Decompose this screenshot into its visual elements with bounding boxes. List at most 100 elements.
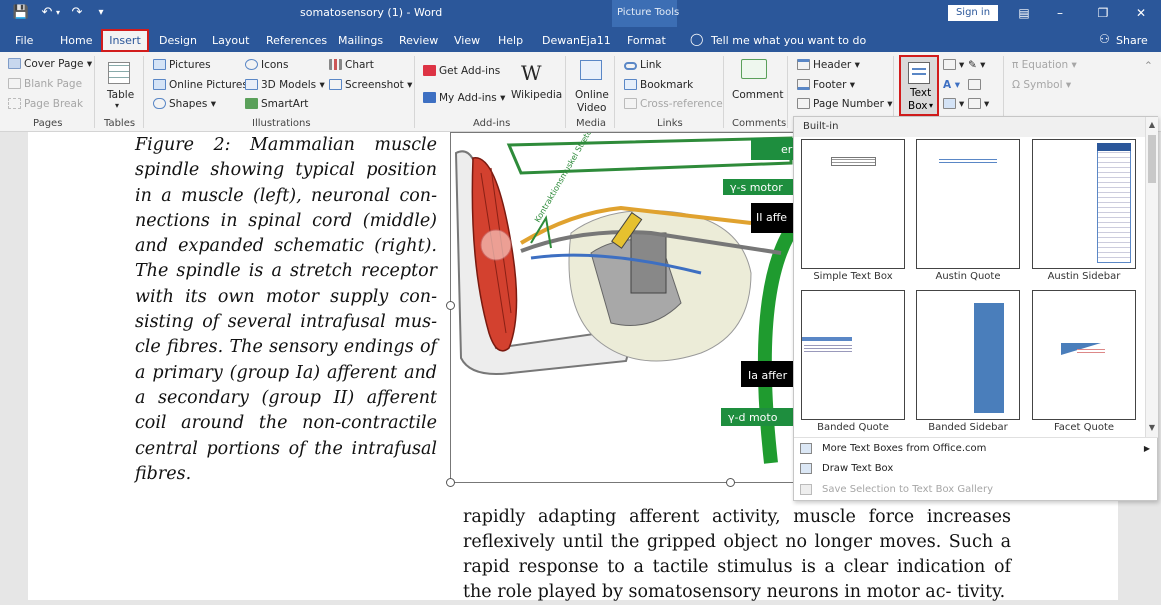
tab-review[interactable]: Review (399, 34, 438, 47)
drop-cap-icon[interactable]: ▾ (943, 98, 964, 110)
simple-text-box-label[interactable]: Simple Text Box (794, 271, 912, 282)
header-icon (797, 59, 810, 70)
resize-handle-bottom-left[interactable] (446, 478, 455, 487)
screenshot-button[interactable]: Screenshot ▾ (329, 79, 412, 91)
object-icon[interactable]: ▾ (968, 98, 989, 110)
tab-help[interactable]: Help (498, 34, 523, 47)
tab-mailings[interactable]: Mailings (338, 34, 383, 47)
tab-view[interactable]: View (454, 34, 480, 47)
muscle-spindle-figure[interactable]: er Kontraktionsmuskel Stretchreflex γ-s … (450, 132, 795, 483)
online-video-icon[interactable] (580, 60, 602, 80)
table-button[interactable]: Table (107, 89, 134, 101)
bookmark-label: Bookmark (640, 79, 694, 91)
undo-dropdown-icon[interactable]: ▾ (53, 4, 63, 22)
online-video-label-2[interactable]: Video (577, 102, 606, 114)
quick-parts-icon[interactable]: ▾ (943, 59, 964, 71)
wordart-icon[interactable]: A ▾ (943, 79, 960, 91)
tab-file[interactable]: File (15, 34, 33, 47)
ribbon-separator (614, 56, 615, 128)
banded-sidebar-label[interactable]: Banded Sidebar (909, 422, 1027, 433)
draw-text-box-item[interactable]: Draw Text Box (794, 459, 1158, 479)
comment-icon[interactable] (741, 59, 767, 79)
cover-page-button[interactable]: Cover Page ▾ (8, 58, 92, 70)
scroll-up-icon[interactable]: ▲ (1147, 120, 1157, 129)
online-video-label-1[interactable]: Online (575, 89, 609, 101)
austin-sidebar-thumb[interactable] (1032, 139, 1136, 269)
shapes-button[interactable]: Shapes ▾ (153, 98, 216, 110)
date-time-icon[interactable] (968, 79, 984, 91)
table-dropdown-icon[interactable]: ▾ (115, 101, 119, 110)
chart-label: Chart (345, 59, 374, 71)
tab-layout[interactable]: Layout (212, 34, 249, 47)
smartart-button[interactable]: SmartArt (245, 98, 308, 110)
austin-quote-label[interactable]: Austin Quote (909, 271, 1027, 282)
tab-design[interactable]: Design (159, 34, 197, 47)
tab-user[interactable]: DewanEja11 (542, 34, 611, 47)
group-label-illustrations: Illustrations (252, 118, 311, 129)
tab-references[interactable]: References (266, 34, 327, 47)
share-button[interactable]: Share (1116, 34, 1148, 47)
ribbon-separator (565, 56, 566, 128)
equation-button: π Equation ▾ (1012, 59, 1077, 71)
get-addins-button[interactable]: Get Add-ins (423, 65, 500, 77)
footer-button[interactable]: Footer ▾ (797, 79, 855, 91)
ribbon-tab-bar: File Home Insert Design Layout Reference… (0, 27, 1161, 52)
simple-text-box-thumb[interactable] (801, 139, 905, 269)
tell-me-search[interactable]: Tell me what you want to do (711, 34, 866, 47)
chart-icon (329, 59, 342, 70)
minimize-icon[interactable]: – (1047, 3, 1073, 23)
customize-toolbar-icon[interactable]: ▾ (92, 4, 110, 22)
sign-in-button[interactable]: Sign in (948, 5, 998, 21)
signature-line-icon[interactable]: ✎ ▾ (968, 59, 985, 71)
header-button[interactable]: Header ▾ (797, 59, 860, 71)
facet-quote-label[interactable]: Facet Quote (1025, 422, 1143, 433)
comment-button[interactable]: Comment (732, 89, 783, 101)
get-addins-label: Get Add-ins (439, 65, 501, 77)
banded-sidebar-thumb[interactable] (916, 290, 1020, 420)
austin-quote-thumb[interactable] (916, 139, 1020, 269)
chart-button[interactable]: Chart (329, 59, 374, 71)
more-text-boxes-item[interactable]: More Text Boxes from Office.com ▶ (794, 439, 1158, 459)
page-break-icon (8, 98, 21, 109)
resize-handle-left[interactable] (446, 301, 455, 310)
tab-home[interactable]: Home (60, 34, 92, 47)
figure-caption[interactable]: Figure 2: Mammalian muscle spindle showi… (135, 133, 437, 487)
facet-quote-thumb[interactable] (1032, 290, 1136, 420)
save-icon[interactable]: 💾 (12, 4, 30, 22)
bookmark-button[interactable]: Bookmark (624, 79, 693, 91)
restore-icon[interactable]: ❐ (1090, 3, 1116, 23)
pictures-button[interactable]: Pictures (153, 59, 211, 71)
3d-models-button[interactable]: 3D Models ▾ (245, 79, 325, 91)
screenshot-icon (329, 79, 342, 90)
cross-reference-icon (624, 98, 637, 109)
scroll-thumb[interactable] (1148, 135, 1156, 183)
ribbon-display-options-icon[interactable]: ▤ (1011, 3, 1037, 23)
page-number-button[interactable]: Page Number ▾ (797, 98, 893, 110)
gallery-scrollbar[interactable]: ▲ ▼ (1145, 117, 1158, 437)
icons-label: Icons (261, 59, 289, 71)
label-gamma-d: γ-d moto (728, 411, 778, 424)
scroll-down-icon[interactable]: ▼ (1147, 423, 1157, 432)
table-icon[interactable] (108, 62, 130, 84)
cross-reference-label: Cross-reference (640, 98, 723, 110)
wikipedia-button[interactable]: Wikipedia (511, 89, 562, 101)
resize-handle-bottom[interactable] (726, 478, 735, 487)
document-title: somatosensory (1) - Word (300, 6, 443, 19)
3d-models-label: 3D Models (261, 79, 317, 91)
banded-quote-thumb[interactable] (801, 290, 905, 420)
text-box-button[interactable]: Text Box ▾ (899, 55, 939, 116)
banded-quote-label[interactable]: Banded Quote (794, 422, 912, 433)
link-button[interactable]: Link (624, 59, 662, 71)
redo-icon[interactable]: ↷ (68, 4, 86, 22)
body-paragraph[interactable]: rapidly adapting afferent activity, musc… (463, 505, 1011, 605)
tab-format[interactable]: Format (627, 34, 666, 47)
wikipedia-icon[interactable]: W (521, 61, 542, 85)
icons-button[interactable]: Icons (245, 59, 288, 71)
tab-insert[interactable]: Insert (101, 29, 149, 52)
close-icon[interactable]: ✕ (1128, 3, 1154, 23)
ribbon-collapse-icon[interactable]: ⌃ (1144, 60, 1153, 72)
online-pictures-button[interactable]: Online Pictures (153, 79, 248, 91)
my-addins-button[interactable]: My Add-ins ▾ (423, 92, 505, 104)
austin-sidebar-label[interactable]: Austin Sidebar (1025, 271, 1143, 282)
pi-icon: π (1012, 59, 1019, 71)
